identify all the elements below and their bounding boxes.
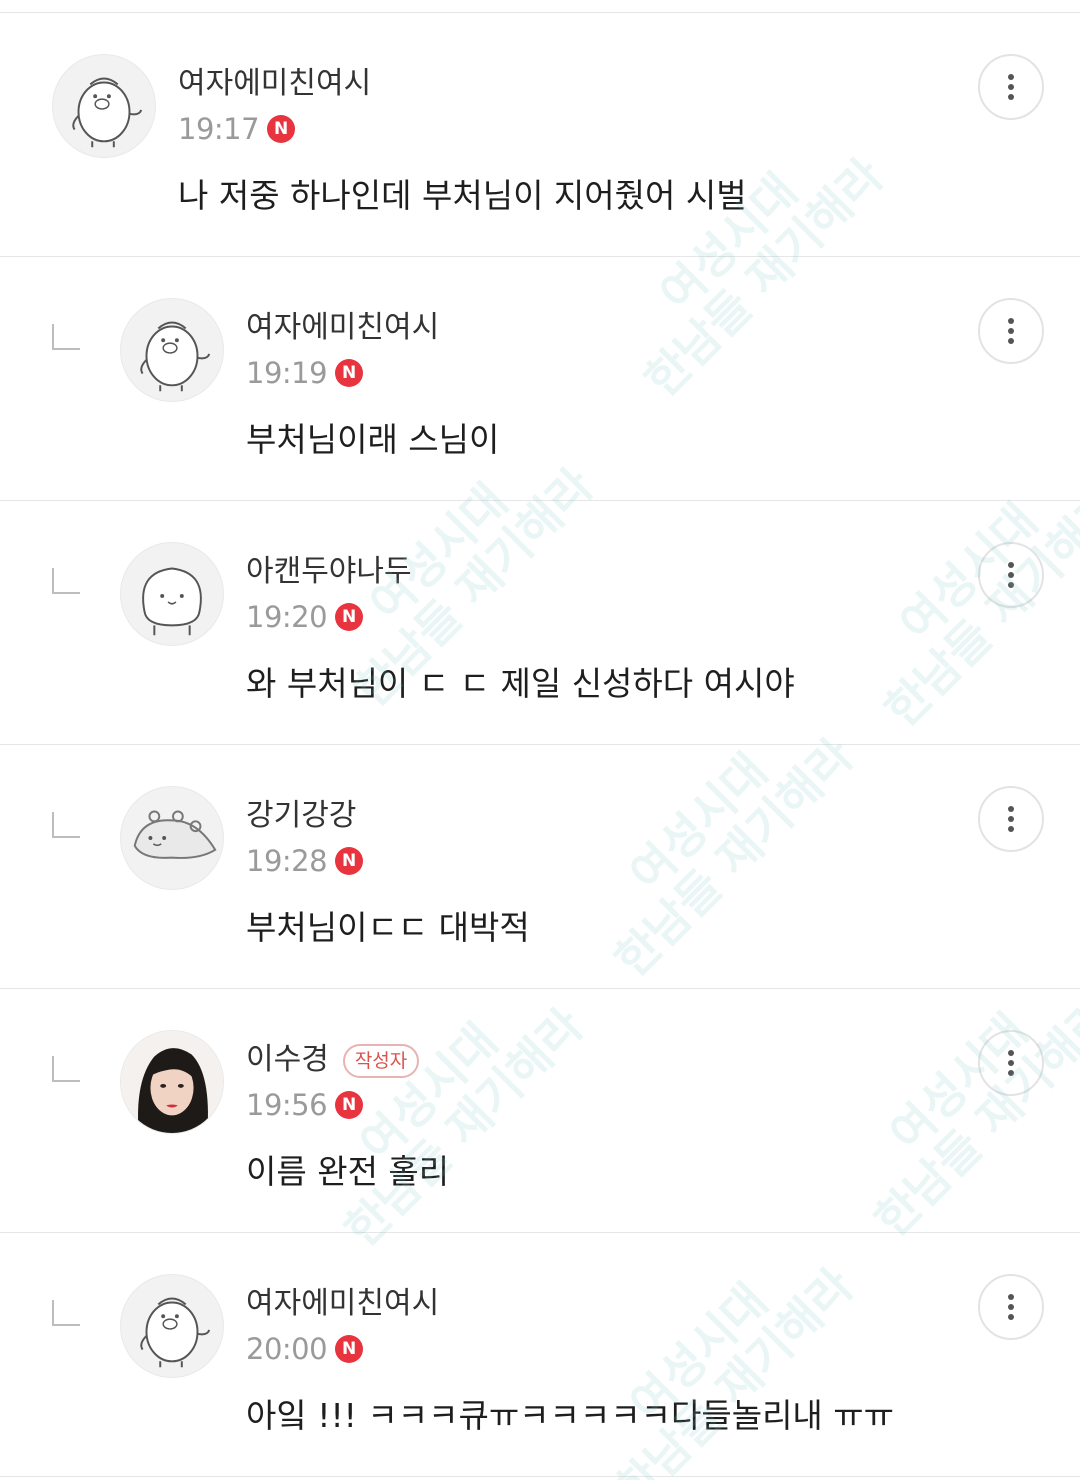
- comment-meta: 19:28 N: [246, 844, 364, 878]
- comment-author[interactable]: 여자에미친여시: [178, 66, 371, 102]
- reply-arrow-icon: [52, 812, 80, 838]
- comment-time: 19:19: [246, 356, 328, 390]
- more-options-button[interactable]: [978, 542, 1044, 608]
- profile-photo[interactable]: [120, 1030, 224, 1134]
- kebab-icon: [1008, 74, 1014, 80]
- comment-text: 와 부처님이 ㄷ ㄷ 제일 신성하다 여시야: [246, 664, 795, 703]
- comment-meta: 19:56 N: [246, 1088, 364, 1122]
- comment-text: 이름 완전 홀리: [246, 1152, 450, 1191]
- comment-text: 아잌 !!! ㅋㅋㅋ큐ㅠㅋㅋㅋㅋㅋ다들놀리내 ㅠㅠ: [246, 1396, 894, 1435]
- kebab-icon: [1008, 318, 1014, 324]
- divider: [0, 500, 1080, 501]
- more-options-button[interactable]: [978, 54, 1044, 120]
- watermark: 여성시대한남들 재기해라: [604, 1258, 864, 1480]
- comment-text: 부처님이래 스님이: [246, 420, 500, 459]
- comment-text: 나 저중 하나인데 부처님이 지어줬어 시벌: [178, 176, 747, 215]
- divider: [0, 1232, 1080, 1233]
- comment-time: 20:00: [246, 1332, 328, 1366]
- reply-arrow-icon: [52, 1056, 80, 1082]
- comment-author[interactable]: 여자에미친여시: [246, 1286, 439, 1322]
- penguin-icon[interactable]: [120, 1274, 224, 1378]
- more-options-button[interactable]: [978, 1274, 1044, 1340]
- more-options-button[interactable]: [978, 1030, 1044, 1096]
- comment-author[interactable]: 강기강강: [246, 798, 356, 834]
- watermark: 여성시대한남들 재기해라: [634, 148, 894, 408]
- reply-arrow-icon: [52, 568, 80, 594]
- more-options-button[interactable]: [978, 298, 1044, 364]
- more-options-button[interactable]: [978, 786, 1044, 852]
- divider: [0, 1476, 1080, 1477]
- watermark: 여성시대한남들 재기해라: [874, 478, 1080, 738]
- comment-time: 19:28: [246, 844, 328, 878]
- kebab-icon: [1008, 1294, 1014, 1300]
- divider: [0, 12, 1080, 13]
- new-badge: N: [267, 115, 296, 143]
- watermark: 여성시대한남들 재기해라: [864, 988, 1080, 1248]
- new-badge: N: [335, 1091, 364, 1119]
- comment-meta: 20:00 N: [246, 1332, 364, 1366]
- comment-meta: 19:20 N: [246, 600, 364, 634]
- divider: [0, 988, 1080, 989]
- comment-meta: 19:19 N: [246, 356, 364, 390]
- reply-arrow-icon: [52, 1300, 80, 1326]
- watermark: 여성시대한남들 재기해라: [604, 728, 864, 988]
- divider: [0, 256, 1080, 257]
- reply-arrow-icon: [52, 324, 80, 350]
- penguin-icon[interactable]: [52, 54, 156, 158]
- fish-icon[interactable]: [120, 786, 224, 890]
- penguin-icon[interactable]: [120, 298, 224, 402]
- kebab-icon: [1008, 562, 1014, 568]
- new-badge: N: [335, 603, 364, 631]
- divider: [0, 744, 1080, 745]
- author-name: 이수경: [246, 1042, 329, 1077]
- comment-author[interactable]: 여자에미친여시: [246, 310, 439, 346]
- kebab-icon: [1008, 806, 1014, 812]
- comment-author[interactable]: 이수경 작성자: [246, 1042, 420, 1078]
- comment-text: 부처님이ㄷㄷ 대박적: [246, 908, 530, 947]
- comment-thread: 여자에미친여시 19:17 N 나 저중 하나인데 부처님이 지어줬어 시벌 여…: [0, 0, 1080, 1480]
- blob-icon[interactable]: [120, 542, 224, 646]
- kebab-icon: [1008, 1050, 1014, 1056]
- new-badge: N: [335, 359, 364, 387]
- comment-time: 19:17: [178, 112, 260, 146]
- comment-meta: 19:17 N: [178, 112, 296, 146]
- comment-time: 19:56: [246, 1088, 328, 1122]
- comment-time: 19:20: [246, 600, 328, 634]
- author-tag-badge: 작성자: [342, 1043, 420, 1078]
- new-badge: N: [335, 1335, 364, 1363]
- new-badge: N: [335, 847, 364, 875]
- comment-author[interactable]: 아캔두야나두: [246, 554, 412, 590]
